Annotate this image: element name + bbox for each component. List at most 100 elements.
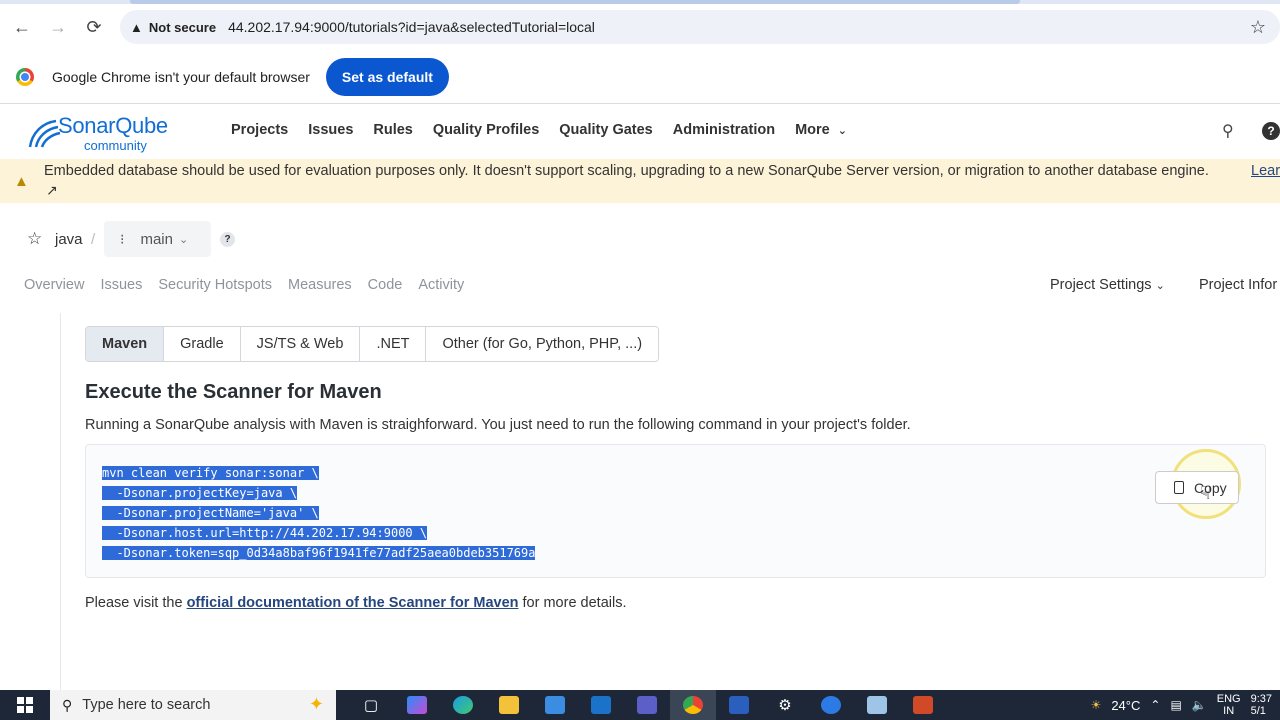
section-title: Execute the Scanner for Maven — [85, 381, 382, 403]
copy-button[interactable]: Copy — [1155, 471, 1239, 504]
powerpoint-icon[interactable] — [900, 690, 946, 720]
branch-icon: ⁝ — [120, 230, 125, 247]
nav-quality-gates[interactable]: Quality Gates — [559, 122, 652, 138]
region-code: IN — [1223, 705, 1235, 717]
copy-icon — [1174, 481, 1184, 494]
copilot-icon[interactable] — [394, 690, 440, 720]
tab-code[interactable]: Code — [368, 277, 403, 293]
code-line: mvn clean verify sonar:sonar \ — [102, 466, 319, 480]
set-as-default-button[interactable]: Set as default — [325, 57, 449, 96]
code-line: -Dsonar.projectName='java' \ — [102, 506, 319, 520]
infobar-message: Google Chrome isn't your default browser — [52, 68, 310, 85]
project-information-link[interactable]: Project Infor — [1199, 277, 1277, 293]
project-tabs: Overview Issues Security Hotspots Measur… — [24, 277, 480, 293]
language-indicator[interactable]: ENG IN — [1217, 693, 1241, 717]
project-name[interactable]: java — [55, 231, 83, 248]
taskbar-search-placeholder: Type here to search — [82, 697, 211, 713]
nav-issues[interactable]: Issues — [308, 122, 353, 138]
tutorial-content: Maven Gradle JS/TS & Web .NET Other (for… — [0, 313, 1280, 690]
warning-triangle-icon: ▲ — [130, 19, 143, 35]
address-bar[interactable]: ▲ Not secure 44.202.17.94:9000/tutorials… — [120, 10, 1280, 44]
weather-icon[interactable]: ☀ — [1091, 698, 1102, 712]
project-settings-label: Project Settings — [1050, 277, 1152, 293]
nav-rules[interactable]: Rules — [373, 122, 413, 138]
chrome-icon[interactable] — [670, 690, 716, 720]
nav-projects[interactable]: Projects — [231, 122, 288, 138]
task-view-icon[interactable]: ▢ — [348, 690, 394, 720]
sonarqube-header: SonarQube community Projects Issues Rule… — [0, 105, 1280, 159]
bookmark-star-icon[interactable]: ☆ — [1250, 17, 1266, 38]
chevron-down-icon: ⌄ — [178, 233, 189, 246]
help-icon[interactable]: ? — [1262, 122, 1280, 140]
search-icon[interactable]: ⚲ — [1222, 121, 1234, 141]
branch-name: main — [140, 230, 173, 248]
embedded-db-warning: ▲ Embedded database should be used for e… — [0, 159, 1280, 203]
learn-more-link[interactable]: Lear — [1251, 163, 1280, 179]
windows-start-icon[interactable] — [0, 690, 50, 720]
settings-gear-icon[interactable]: ⚙ — [762, 690, 808, 720]
default-browser-infobar: Google Chrome isn't your default browser… — [0, 50, 1280, 104]
code-line: -Dsonar.projectKey=java \ — [102, 486, 298, 500]
teams-icon[interactable] — [624, 690, 670, 720]
code-line: -Dsonar.host.url=http://44.202.17.94:900… — [102, 526, 428, 540]
outro-before: Please visit the — [85, 595, 187, 611]
notepad-icon[interactable] — [854, 690, 900, 720]
tab-other[interactable]: Other (for Go, Python, PHP, ...) — [426, 327, 659, 361]
not-secure-indicator[interactable]: ▲ Not secure — [130, 20, 228, 35]
tab-activity[interactable]: Activity — [418, 277, 464, 293]
taskbar-apps: ▢ ⚙ — [348, 690, 946, 720]
favorite-star-icon[interactable]: ☆ — [27, 229, 42, 249]
external-link-icon[interactable]: ↗ — [46, 182, 58, 199]
language-code: ENG — [1216, 693, 1241, 705]
mail-icon[interactable] — [578, 690, 624, 720]
tab-issues[interactable]: Issues — [100, 277, 142, 293]
volume-icon[interactable]: 🔈 — [1192, 698, 1207, 712]
project-settings-menu[interactable]: Project Settings ⌄ — [1050, 277, 1165, 293]
sonarqube-logo[interactable]: SonarQube community — [28, 111, 188, 153]
network-icon[interactable]: ▤ — [1170, 698, 1181, 712]
temperature[interactable]: 24°C — [1111, 698, 1140, 713]
nav-more[interactable]: More ⌄ — [795, 122, 847, 138]
vpn-shield-icon[interactable] — [808, 690, 854, 720]
command-code-block[interactable]: mvn clean verify sonar:sonar \ -Dsonar.p… — [85, 444, 1266, 578]
nav-quality-profiles[interactable]: Quality Profiles — [433, 122, 539, 138]
warning-icon: ▲ — [14, 173, 29, 190]
system-tray: ☀ 24°C ⌃ ▤ 🔈 ENG IN 9:37 5/1 — [1091, 690, 1280, 720]
branch-help-icon[interactable]: ? — [220, 232, 235, 247]
project-navigation: ☆ java / ⁝ main ⌄ ? Overview Issues Secu… — [0, 203, 1280, 313]
outro-after: for more details. — [518, 595, 627, 611]
command-text[interactable]: mvn clean verify sonar:sonar \ -Dsonar.p… — [102, 463, 536, 563]
search-icon: ⚲ — [62, 696, 73, 713]
tab-gradle[interactable]: Gradle — [164, 327, 241, 361]
scanner-docs-link[interactable]: official documentation of the Scanner fo… — [187, 595, 519, 611]
file-explorer-icon[interactable] — [486, 690, 532, 720]
clock-date: 5/1 — [1250, 705, 1266, 717]
branch-selector[interactable]: ⁝ main ⌄ — [104, 221, 211, 257]
tab-overview[interactable]: Overview — [24, 277, 84, 293]
forward-icon[interactable]: → — [40, 9, 76, 45]
section-intro: Running a SonarQube analysis with Maven … — [85, 417, 911, 433]
edition-name: community — [84, 138, 147, 153]
edge-icon[interactable] — [440, 690, 486, 720]
tab-maven[interactable]: Maven — [86, 327, 165, 361]
build-tool-tabs: Maven Gradle JS/TS & Web .NET Other (for… — [85, 326, 660, 362]
back-icon[interactable]: ← — [4, 9, 40, 45]
tab-js-ts-web[interactable]: JS/TS & Web — [240, 327, 361, 361]
windows-taskbar: ⚲ Type here to search ✦ ▢ ⚙ ☀ 24°C ⌃ ▤ 🔈… — [0, 690, 1280, 720]
url-text[interactable]: 44.202.17.94:9000/tutorials?id=java&sele… — [228, 19, 595, 35]
main-nav: Projects Issues Rules Quality Profiles Q… — [231, 122, 867, 138]
word-icon[interactable] — [716, 690, 762, 720]
clock[interactable]: 9:37 5/1 — [1251, 693, 1272, 717]
tab-dotnet[interactable]: .NET — [360, 327, 427, 361]
reload-icon[interactable]: ⟳ — [76, 9, 112, 45]
chrome-logo-icon — [16, 67, 34, 86]
tab-security-hotspots[interactable]: Security Hotspots — [158, 277, 272, 293]
tab-measures[interactable]: Measures — [288, 277, 352, 293]
breadcrumb-separator: / — [91, 231, 96, 248]
left-divider — [60, 313, 61, 690]
nav-administration[interactable]: Administration — [673, 122, 775, 138]
store-icon[interactable] — [532, 690, 578, 720]
warning-text: Embedded database should be used for eva… — [44, 163, 1209, 179]
taskbar-search[interactable]: ⚲ Type here to search ✦ — [50, 690, 336, 720]
chevron-up-icon[interactable]: ⌃ — [1150, 698, 1160, 712]
